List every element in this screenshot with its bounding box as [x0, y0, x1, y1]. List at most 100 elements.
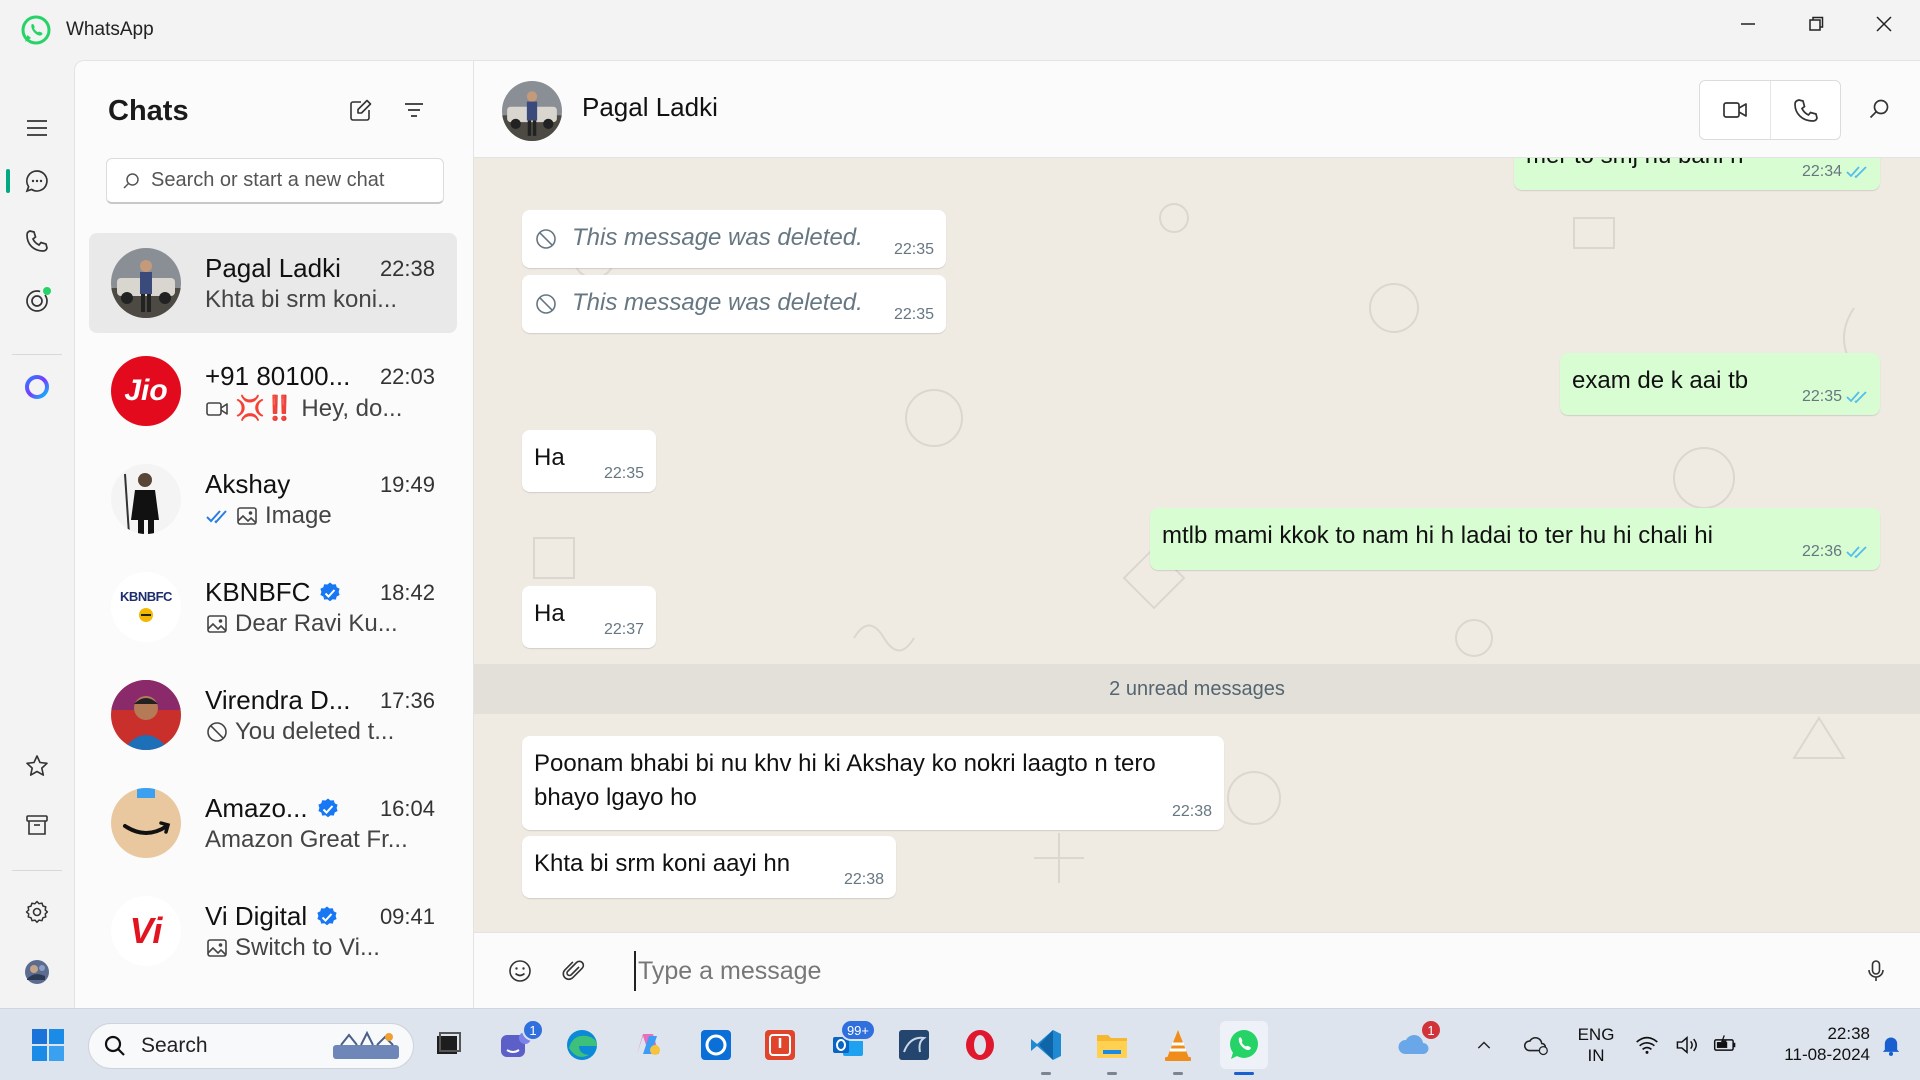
- power-app-button[interactable]: [756, 1021, 804, 1069]
- start-button[interactable]: [24, 1021, 72, 1069]
- chat-item-vi-digital[interactable]: Vi Vi Digital 09:41 Switch to Vi...: [89, 881, 457, 981]
- chat-item-jio[interactable]: Jio +91 80100... 22:03 💢‼️ Hey, do...: [89, 341, 457, 441]
- avatar: [111, 464, 181, 534]
- read-ticks-icon: [1846, 391, 1867, 404]
- chat-item-virendra[interactable]: Virendra D... 17:36 You deleted t...: [89, 665, 457, 765]
- profile-button[interactable]: [17, 952, 57, 992]
- meta-ai-icon: [25, 375, 49, 399]
- calls-nav-button[interactable]: [17, 221, 57, 261]
- whatsapp-app-button[interactable]: [1220, 1021, 1268, 1075]
- avatar: KBNBFC: [111, 572, 181, 642]
- clock-date: 11-08-2024: [1784, 1045, 1870, 1064]
- new-chat-button[interactable]: [340, 89, 382, 131]
- restore-button[interactable]: [1782, 0, 1850, 48]
- voice-call-button[interactable]: [1770, 81, 1840, 139]
- message-deleted[interactable]: This message was deleted. 22:35: [522, 210, 946, 268]
- cortana-app-button[interactable]: [692, 1021, 740, 1069]
- edge-app-button[interactable]: [558, 1021, 606, 1069]
- contact-name[interactable]: Pagal Ladki: [582, 92, 718, 123]
- filter-chats-button[interactable]: [393, 89, 435, 131]
- chat-item-kbnbfc[interactable]: KBNBFC KBNBFC 18:42 Dear Ravi Ku...: [89, 557, 457, 657]
- chats-nav-button[interactable]: [17, 161, 57, 201]
- mysql-app-button[interactable]: [890, 1021, 938, 1069]
- chat-preview: Switch to Vi...: [205, 934, 380, 962]
- title-bar: WhatsApp: [0, 0, 1920, 60]
- teams-app-button[interactable]: 1: [492, 1019, 544, 1069]
- battery-button[interactable]: [1708, 1021, 1742, 1069]
- menu-button[interactable]: [17, 108, 57, 148]
- video-camera-icon: [1723, 102, 1747, 118]
- message-incoming[interactable]: Ha 22:35: [522, 430, 656, 492]
- notifications-button[interactable]: [1874, 1021, 1908, 1069]
- chat-bubble-icon: [25, 170, 48, 193]
- read-ticks-icon: [1846, 166, 1867, 179]
- running-indicator: [1234, 1072, 1254, 1075]
- chat-time: 19:49: [379, 472, 435, 497]
- filter-icon: [405, 103, 423, 117]
- chat-search-box[interactable]: [106, 158, 444, 204]
- opera-app-button[interactable]: [956, 1021, 1004, 1069]
- avatar: Vi: [111, 896, 181, 966]
- amazon-logo-icon: [111, 788, 181, 858]
- weather-widget-button[interactable]: 1: [1390, 1019, 1442, 1069]
- message-deleted[interactable]: This message was deleted. 22:35: [522, 275, 946, 333]
- chat-item-akshay[interactable]: Akshay 19:49 Image: [89, 449, 457, 549]
- attach-button[interactable]: [554, 951, 594, 991]
- search-icon: [1869, 99, 1889, 119]
- file-explorer-button[interactable]: [1088, 1021, 1136, 1075]
- circle-app-icon: [701, 1030, 731, 1060]
- folder-icon: [1097, 1035, 1127, 1058]
- clock[interactable]: 22:38 11-08-2024: [1750, 1023, 1870, 1065]
- conversation-header[interactable]: Pagal Ladki: [474, 60, 1920, 158]
- message-outgoing[interactable]: mer to smj nu bani h 22:34: [1514, 158, 1880, 190]
- settings-button[interactable]: [17, 892, 57, 932]
- message-outgoing[interactable]: exam de k aai tb 22:35: [1560, 353, 1880, 415]
- message-incoming[interactable]: Ha 22:37: [522, 586, 656, 648]
- minimize-button[interactable]: [1714, 0, 1782, 48]
- vi-logo-text: Vi: [129, 910, 163, 951]
- contact-avatar[interactable]: [502, 81, 562, 141]
- message-text: mer to smj nu bani h: [1526, 158, 1743, 170]
- volume-button[interactable]: [1670, 1021, 1704, 1069]
- status-nav-button[interactable]: [17, 281, 57, 321]
- message-meta: 22:36: [1802, 543, 1868, 561]
- taskbar-search[interactable]: Search: [88, 1023, 414, 1069]
- chat-name: Vi Digital: [205, 901, 339, 932]
- input-language-indicator[interactable]: ENG IN: [1574, 1024, 1618, 1066]
- phone-icon: [26, 230, 48, 252]
- message-text-line1: Poonam bhabi bi nu khv hi ki Akshay ko n…: [534, 750, 1156, 777]
- message-area[interactable]: mer to smj nu bani h 22:34 This message …: [474, 158, 1920, 932]
- running-indicator: [1041, 1072, 1051, 1075]
- archived-chats-button[interactable]: [17, 805, 57, 845]
- wifi-button[interactable]: [1630, 1021, 1664, 1069]
- onedrive-button[interactable]: [1515, 1021, 1559, 1069]
- kreditbee-logo-icon: [139, 607, 153, 622]
- message-outgoing[interactable]: mtlb mami kkok to nam hi h ladai to ter …: [1150, 508, 1880, 570]
- message-incoming[interactable]: Khta bi srm koni aayi hn 22:38: [522, 836, 896, 898]
- show-hidden-icons-button[interactable]: [1466, 1021, 1502, 1069]
- message-incoming[interactable]: Poonam bhabi bi nu khv hi ki Akshay ko n…: [522, 736, 1224, 830]
- starred-messages-button[interactable]: [17, 746, 57, 786]
- search-in-chat-button[interactable]: [1858, 88, 1900, 130]
- chat-item-pagal-ladki[interactable]: Pagal Ladki 22:38 Khta bi srm koni...: [89, 233, 457, 333]
- message-input[interactable]: [634, 951, 1834, 991]
- search-input[interactable]: [151, 169, 431, 192]
- search-highlight-icon: [333, 1031, 399, 1059]
- voice-message-button[interactable]: [1856, 951, 1896, 991]
- message-meta: 22:35: [1802, 388, 1868, 406]
- outlook-app-button[interactable]: 99+: [824, 1019, 876, 1069]
- video-call-button[interactable]: [1700, 81, 1770, 139]
- vscode-app-button[interactable]: [1022, 1021, 1070, 1075]
- task-view-icon: [437, 1032, 461, 1054]
- close-button[interactable]: [1850, 0, 1918, 48]
- avatar: [111, 788, 181, 858]
- meta-ai-button[interactable]: [17, 367, 57, 407]
- chat-item-amazon[interactable]: Amazo... 16:04 Amazon Great Fr...: [89, 773, 457, 873]
- copilot-app-button[interactable]: [624, 1021, 672, 1069]
- emoji-button[interactable]: [500, 951, 540, 991]
- vlc-app-button[interactable]: [1154, 1021, 1202, 1075]
- message-text: exam de k aai tb: [1572, 367, 1749, 394]
- unread-messages-divider: 2 unread messages: [474, 664, 1920, 714]
- task-view-button[interactable]: [424, 1021, 472, 1069]
- chat-name: Akshay: [205, 469, 291, 499]
